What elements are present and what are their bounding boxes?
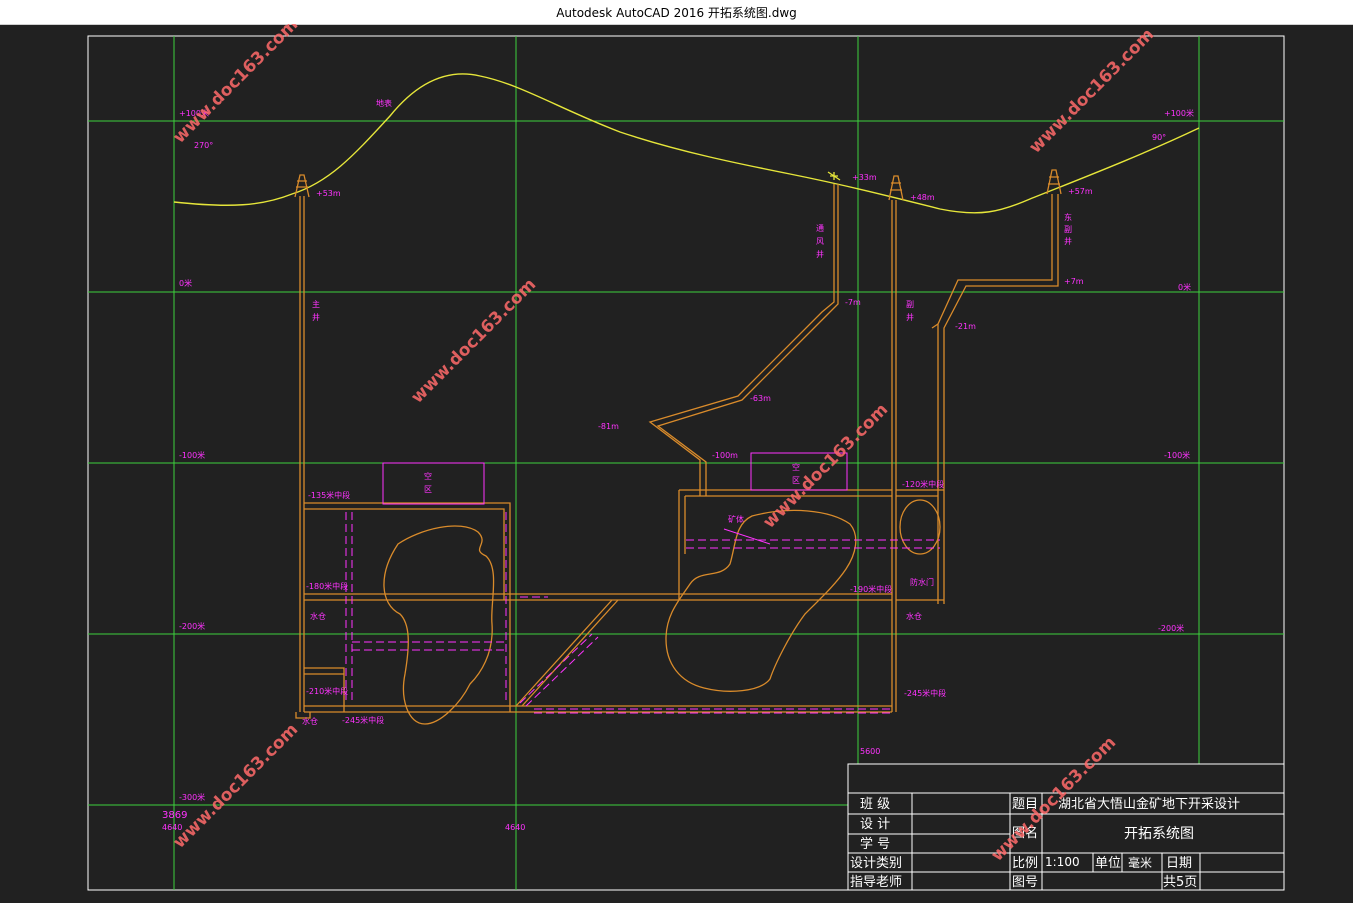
main-shaft-label-2: 井: [312, 312, 320, 322]
lvl-135-label: -135米中段: [308, 490, 350, 500]
tb-student-no-label: 学 号: [860, 836, 890, 852]
annotation-structures: [345, 452, 940, 714]
tb-scale-value: 1:100: [1045, 855, 1080, 869]
east-adit-hook: [931, 323, 939, 329]
vent-incline-1: [648, 184, 835, 496]
lvl-7: +7m: [1064, 277, 1084, 286]
lvl-m63: -63m: [750, 394, 771, 403]
empty-zone-1-label-2: 区: [424, 485, 432, 494]
sump-3-label: 水仓: [906, 611, 922, 621]
window-titlebar: Autodesk AutoCAD 2016 开拓系统图.dwg: [0, 0, 1353, 25]
lvl-48: +48m: [910, 193, 935, 202]
elev-right-minus100: -100米: [1164, 450, 1190, 460]
vent-fan: [827, 171, 841, 181]
empty-zone-1-box: [382, 462, 485, 505]
elev-right-minus200: -200米: [1158, 623, 1184, 633]
watermark-3: www.doc163.com: [759, 400, 892, 533]
vent-shaft-label-1: 通: [816, 223, 824, 233]
dim-3869: 3869: [162, 810, 187, 821]
dim-5600: 5600: [860, 747, 880, 756]
elevation-labels: +100米 0米 -100米 -200米 -300米 +100米 0米 -100…: [179, 108, 1194, 802]
west-block-outer: [304, 502, 511, 712]
elev-right-plus100: +100米: [1164, 108, 1194, 118]
watermark-1: www.doc163.com: [169, 24, 302, 148]
vent-shaft-label-2: 风: [816, 237, 824, 246]
tb-pages-value: 共5页: [1163, 875, 1197, 890]
headframe-main: [294, 174, 310, 198]
feature-labels: 地表 主 井 通 风 井 副 井 东 副 井 +53m +33m +48m +5…: [302, 98, 1093, 726]
elev-left-minus100: -100米: [179, 450, 205, 460]
dim-4640-mid: 4640: [505, 823, 525, 832]
east-adit-2: [943, 194, 1059, 604]
watermark-2: www.doc163.com: [407, 275, 540, 408]
east-block-ext: [896, 489, 944, 497]
tb-design-label: 设 计: [860, 817, 890, 832]
lvl-245-right-label: -245米中段: [904, 688, 946, 698]
tb-advisor-label: 指导老师: [850, 875, 902, 890]
tb-unit-value: 毫米: [1128, 855, 1152, 870]
sump-2-label: 水仓: [302, 716, 318, 726]
east-adit-1: [937, 194, 1053, 604]
lvl-m7: -7m: [845, 298, 861, 307]
sump-1-label: 水仓: [310, 611, 326, 621]
drawing-canvas[interactable]: +100米 0米 -100米 -200米 -300米 +100米 0米 -100…: [0, 15, 1353, 899]
haulage-180: [304, 593, 892, 601]
empty-zone-1-label-1: 空: [424, 471, 432, 481]
tb-unit-label: 单位: [1095, 856, 1121, 871]
watermark-5: www.doc163.com: [169, 720, 302, 853]
mine-workings: [294, 169, 1062, 725]
bearing-right: 90°: [1152, 133, 1166, 142]
watermarks: www.doc163.com www.doc163.com www.doc163…: [169, 15, 1158, 866]
window-title: Autodesk AutoCAD 2016 开拓系统图.dwg: [556, 6, 797, 20]
tb-date-label: 日期: [1166, 856, 1192, 871]
lvl-m81: -81m: [598, 422, 619, 431]
east-shaft-label-3: 井: [1064, 236, 1072, 246]
lvl-245-left-label: -245米中段: [342, 715, 384, 725]
tb-class-label: 班 级: [860, 797, 890, 812]
east-shaft-label-2: 副: [1064, 225, 1072, 234]
tb-design-type-label: 设计类别: [850, 856, 902, 871]
ore-leader-line: [723, 528, 771, 545]
tb-scale-label: 比例: [1012, 856, 1038, 871]
tb-drawing-no-label: 图号: [1012, 875, 1038, 890]
ore-body-east: [665, 509, 857, 692]
lvl-57: +57m: [1068, 187, 1093, 196]
lvl-120-label: -120米中段: [902, 479, 944, 489]
aux-shaft-label-2: 井: [906, 312, 914, 322]
ore-body-west: [383, 525, 495, 725]
aux-shaft-label-1: 副: [906, 300, 914, 309]
elev-right-0: 0米: [1178, 282, 1191, 292]
decline: [515, 599, 619, 707]
lvl-180-label: -180米中段: [306, 581, 348, 591]
lvl-m21: -21m: [955, 322, 976, 331]
lvl-53: +53m: [316, 189, 341, 198]
surface-label: 地表: [376, 98, 392, 108]
lvl-190-label: -190米中段: [850, 584, 892, 594]
vent-shaft-label-3: 井: [816, 249, 824, 259]
ore-lens-east: [899, 499, 941, 555]
empty-zone-2-label-1: 空: [792, 462, 800, 472]
ore-body-label: 矿体: [728, 514, 744, 524]
tb-topic-value: 湖北省大悟山金矿地下开采设计: [1058, 796, 1240, 812]
watermark-4: www.doc163.com: [1025, 25, 1158, 158]
bearing-left: 270°: [194, 141, 213, 150]
east-shaft-label-1: 东: [1064, 212, 1072, 222]
headframe-east: [1046, 169, 1062, 195]
water-door-label: 防水门: [910, 577, 934, 587]
lvl-33: +33m: [852, 173, 877, 182]
elev-left-0: 0米: [179, 278, 192, 288]
lvl-m100: -100m: [712, 451, 738, 460]
lvl-210-label: -210米中段: [306, 686, 348, 696]
main-shaft-label-1: 主: [312, 299, 320, 309]
cad-drawing[interactable]: +100米 0米 -100米 -200米 -300米 +100米 0米 -100…: [0, 15, 1353, 899]
elev-left-minus300: -300米: [179, 792, 205, 802]
elev-left-minus200: -200米: [179, 621, 205, 631]
tb-drawing-name-value: 开拓系统图: [1124, 826, 1194, 842]
dashed-stopes: [345, 512, 940, 714]
